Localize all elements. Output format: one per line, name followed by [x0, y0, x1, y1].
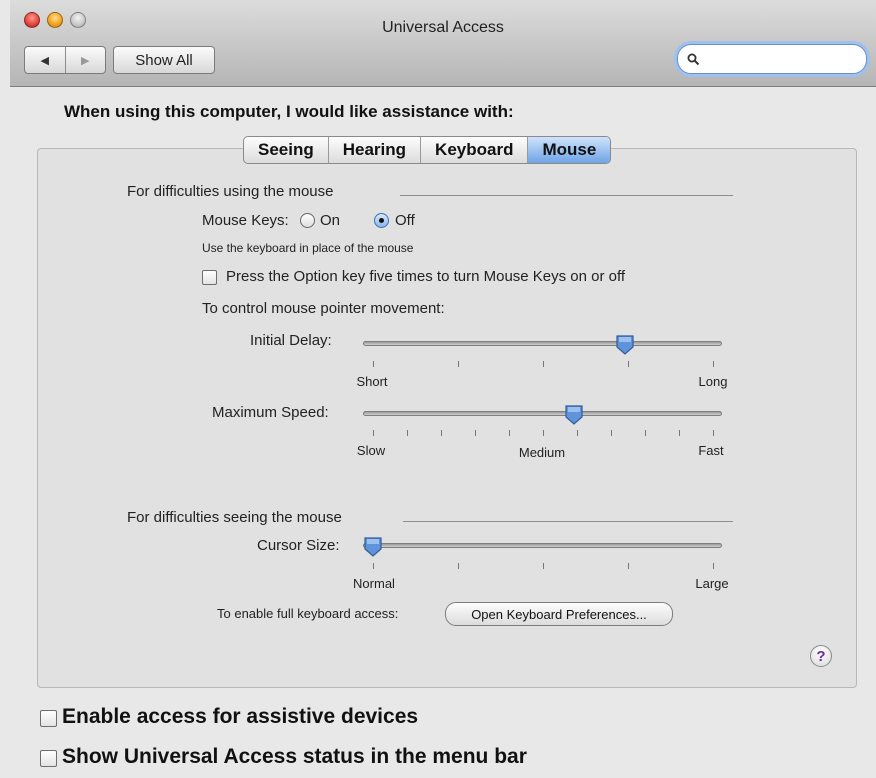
search-icon [687, 53, 700, 65]
cursor-size-slider[interactable] [363, 543, 722, 548]
section-divider [400, 195, 733, 196]
section-label-using-mouse: For difficulties using the mouse [127, 183, 334, 200]
initial-delay-min-label: Short [356, 374, 388, 389]
assistive-devices-checkbox[interactable] [40, 710, 57, 727]
slider-tick [645, 430, 646, 436]
window-titlebar: Universal Access ◀ ▶ Show All [10, 0, 876, 87]
show-all-button[interactable]: Show All [113, 46, 215, 74]
mouse-keys-off-label: Off [395, 212, 415, 229]
slider-tick [373, 430, 374, 436]
help-button[interactable]: ? [810, 645, 832, 667]
section-divider [403, 521, 733, 522]
status-menu-label: Show Universal Access status in the menu… [62, 745, 527, 768]
tab-keyboard[interactable]: Keyboard [420, 137, 527, 163]
back-button[interactable]: ◀ [25, 47, 65, 73]
slider-tick [543, 361, 544, 367]
forward-button[interactable]: ▶ [64, 47, 106, 73]
pointer-movement-label: To control mouse pointer movement: [202, 300, 445, 317]
cursor-size-slider-thumb[interactable] [363, 536, 383, 558]
initial-delay-slider-thumb[interactable] [615, 334, 635, 356]
slider-tick [679, 430, 680, 436]
cursor-size-max-label: Large [695, 576, 729, 591]
maximum-speed-slider-thumb[interactable] [564, 404, 584, 426]
section-label-seeing-mouse: For difficulties seeing the mouse [127, 509, 342, 526]
search-field[interactable] [677, 44, 867, 74]
option-key-toggle-label: Press the Option key five times to turn … [226, 268, 626, 285]
tab-mouse[interactable]: Mouse [527, 137, 611, 163]
initial-delay-label: Initial Delay: [250, 332, 332, 349]
maximum-speed-slider[interactable] [363, 411, 722, 416]
slider-tick [713, 563, 714, 569]
slider-tick [458, 361, 459, 367]
maximum-speed-mid-label: Medium [518, 445, 566, 460]
maximum-speed-min-label: Slow [356, 443, 386, 458]
slider-tick [458, 563, 459, 569]
initial-delay-max-label: Long [698, 374, 728, 389]
initial-delay-slider[interactable] [363, 341, 722, 346]
mouse-keys-hint: Use the keyboard in place of the mouse [202, 241, 414, 255]
slider-tick [475, 430, 476, 436]
window-title: Universal Access [382, 19, 504, 36]
slider-tick [628, 361, 629, 367]
status-menu-checkbox[interactable] [40, 750, 57, 767]
tab-bar: Seeing Hearing Keyboard Mouse [243, 136, 612, 164]
mouse-keys-on-radio[interactable] [300, 213, 315, 228]
cursor-size-min-label: Normal [353, 576, 395, 591]
assistive-devices-label: Enable access for assistive devices [62, 705, 419, 728]
cursor-size-label: Cursor Size: [257, 537, 340, 554]
slider-tick [713, 430, 714, 436]
slider-tick [577, 430, 578, 436]
mouse-keys-off-radio[interactable] [374, 213, 389, 228]
mouse-keys-on-label: On [320, 212, 341, 229]
tab-hearing[interactable]: Hearing [327, 137, 420, 163]
assistance-heading: When using this computer, I would like a… [64, 102, 514, 121]
keyboard-access-label: To enable full keyboard access: [217, 606, 399, 621]
maximum-speed-label: Maximum Speed: [212, 404, 329, 421]
slider-tick [407, 430, 408, 436]
slider-tick [373, 361, 374, 367]
mouse-keys-label: Mouse Keys: [202, 212, 289, 229]
back-forward-control: ◀ ▶ [24, 46, 106, 74]
option-key-toggle-checkbox[interactable] [202, 270, 217, 285]
slider-tick [441, 430, 442, 436]
slider-tick [509, 430, 510, 436]
slider-tick [713, 361, 714, 367]
slider-tick [611, 430, 612, 436]
tab-seeing[interactable]: Seeing [244, 137, 328, 163]
open-keyboard-preferences-button[interactable]: Open Keyboard Preferences... [445, 602, 673, 626]
slider-tick [373, 563, 374, 569]
slider-tick [628, 563, 629, 569]
slider-tick [543, 563, 544, 569]
slider-tick [543, 430, 544, 436]
maximum-speed-max-label: Fast [698, 443, 724, 458]
